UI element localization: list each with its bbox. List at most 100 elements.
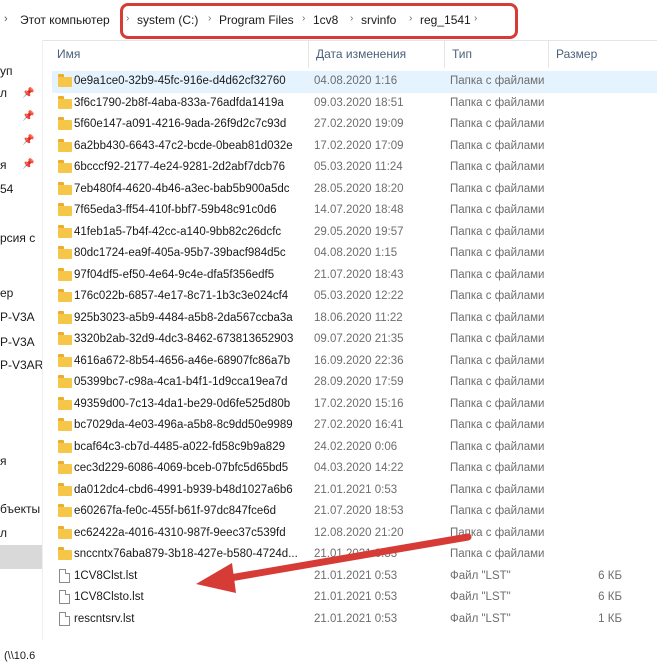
file-date: 21.01.2021 0:53 (314, 548, 398, 560)
file-name: 5f60e147-a091-4216-9ada-26f9d2c7c93d (74, 118, 287, 130)
file-name: e60267fa-fe0c-455f-b61f-97dc847fce6d (74, 505, 277, 517)
file-date: 04.03.2020 14:22 (314, 462, 404, 474)
column-name[interactable]: Имя (57, 47, 80, 61)
folder-row[interactable]: 176c022b-6857-4e17-8c71-1b3c3e024cf4 05.0… (52, 286, 657, 308)
folder-row[interactable]: 49359d00-7c13-4da1-be29-0d6fe525d80b 17.0… (52, 394, 657, 416)
file-name: 1CV8Clst.lst (74, 569, 138, 582)
file-date: 09.07.2020 21:35 (314, 333, 404, 345)
folder-row[interactable]: 80dc1724-ea9f-405a-95b7-39bacf984d5c 04.0… (52, 243, 657, 265)
nav-item[interactable]: рсия с (0, 231, 35, 245)
file-name: ec62422a-4016-4310-987f-9eec37c539fd (74, 526, 286, 539)
column-date[interactable]: Дата изменения (316, 47, 406, 61)
file-name: 3320b2ab-32d9-4dc3-8462-673813652903 (74, 333, 294, 345)
file-type: Папка с файлами (450, 75, 545, 87)
nav-item[interactable]: л (0, 86, 7, 100)
nav-item[interactable]: P-V3A (0, 310, 35, 324)
file-date: 21.07.2020 18:53 (314, 505, 404, 517)
folder-row[interactable]: cec3d229-6086-4069-bceb-07bfc5d65bd5 04.0… (52, 458, 657, 480)
file-type: Файл "LST" (450, 591, 511, 603)
file-date: 21.01.2021 0:53 (314, 612, 398, 625)
breadcrumb-this-pc[interactable]: Этот компьютер (20, 13, 110, 27)
folder-row[interactable]: 4616a672-8b54-4656-a46e-68907fc86a7b 16.0… (52, 351, 657, 373)
file-name: 176c022b-6857-4e17-8c71-1b3c3e024cf4 (74, 290, 289, 302)
file-type: Папка с файлами (450, 376, 545, 388)
folder-row[interactable]: 7f65eda3-ff54-410f-bbf7-59b48c91c0d6 14.0… (52, 200, 657, 222)
folder-row[interactable]: 7eb480f4-4620-4b46-a3ec-bab5b900a5dc 28.0… (52, 179, 657, 201)
folder-row[interactable]: 3320b2ab-32d9-4dc3-8462-673813652903 09.0… (52, 329, 657, 351)
column-divider[interactable] (548, 40, 549, 68)
folder-icon (58, 482, 74, 498)
file-type: Папка с файлами (450, 290, 545, 302)
nav-item[interactable]: P-V3A (0, 335, 35, 349)
nav-item[interactable]: я (0, 158, 7, 172)
file-date: 28.09.2020 17:59 (314, 376, 404, 388)
file-date: 05.03.2020 12:22 (314, 290, 404, 302)
column-divider[interactable] (308, 40, 309, 68)
folder-row[interactable]: 05399bc7-c98a-4ca1-b4f1-1d9cca19ea7d 28.0… (52, 372, 657, 394)
address-bar[interactable]: › Этот компьютер › system (C:) › Program… (0, 0, 657, 41)
folder-row[interactable]: 41feb1a5-7b4f-42cc-a140-9bb82c26dcfc 29.0… (52, 222, 657, 244)
folder-icon (58, 396, 74, 412)
folder-row[interactable]: da012dc4-cbd6-4991-b939-b48d1027a6b6 21.0… (52, 480, 657, 502)
file-list[interactable]: 0e9a1ce0-32b9-45fc-916e-d4d62cf32760 04.0… (42, 68, 657, 628)
folder-row[interactable]: 6a2bb430-6643-47c2-bcde-0beab81d032e 17.0… (52, 136, 657, 158)
chevron-right-icon[interactable]: › (4, 13, 8, 25)
file-row[interactable]: 1CV8Clst.lst 21.01.2021 0:53 Файл "LST" 6 К… (52, 566, 657, 588)
status-text: (\\10.6 (4, 650, 36, 662)
nav-item[interactable]: л (0, 526, 7, 540)
file-type: Папка с файлами (450, 268, 545, 281)
folder-row[interactable]: bc7029da-4e03-496a-a5b8-8c9dd50e9989 27.0… (52, 415, 657, 437)
nav-item[interactable]: я (0, 454, 7, 468)
folder-icon (58, 95, 74, 111)
file-date: 24.02.2020 0:06 (314, 440, 398, 453)
folder-icon (58, 418, 74, 433)
file-name: 41feb1a5-7b4f-42cc-a140-9bb82c26dcfc (74, 225, 282, 238)
file-type: Папка с файлами (450, 204, 545, 216)
file-size: 6 КБ (598, 591, 622, 603)
file-date: 14.07.2020 18:48 (314, 204, 404, 216)
file-type: Папка с файлами (450, 440, 545, 453)
folder-row[interactable]: 3f6c1790-2b8f-4aba-833a-76adfda1419a 09.0… (52, 93, 657, 115)
file-name: 6bcccf92-2177-4e24-9281-2d2abf7dcb76 (74, 161, 285, 173)
nav-item[interactable]: уп (0, 64, 13, 78)
folder-icon (58, 353, 74, 369)
folder-row[interactable]: e60267fa-fe0c-455f-b61f-97dc847fce6d 21.0… (52, 501, 657, 523)
file-type: Папка с файлами (450, 397, 545, 410)
folder-row[interactable]: 5f60e147-a091-4216-9ada-26f9d2c7c93d 27.0… (52, 114, 657, 136)
file-name: 7eb480f4-4620-4b46-a3ec-bab5b900a5dc (74, 182, 290, 195)
file-date: 05.03.2020 11:24 (314, 161, 403, 173)
file-type: Папка с файлами (450, 182, 545, 195)
column-divider[interactable] (444, 40, 445, 68)
column-size[interactable]: Размер (556, 47, 597, 61)
file-date: 04.08.2020 1:16 (314, 75, 398, 87)
nav-item[interactable]: 54 (0, 182, 13, 196)
folder-icon (58, 117, 74, 132)
folder-row[interactable]: 0e9a1ce0-32b9-45fc-916e-d4d62cf32760 04.0… (52, 71, 657, 93)
file-date: 21.01.2021 0:53 (314, 483, 398, 496)
navigation-pane[interactable]: уп л 📌 📌 📌 я 📌 54 рсия с ер P-V3A P-V3A … (0, 40, 43, 668)
file-name: 3f6c1790-2b8f-4aba-833a-76adfda1419a (74, 96, 284, 109)
nav-item[interactable]: ер (0, 286, 13, 300)
nav-item[interactable]: P-V3AR (0, 358, 42, 372)
file-size: 6 КБ (598, 569, 622, 582)
file-type: Папка с файлами (450, 139, 545, 152)
folder-row[interactable]: snccntx76aba879-3b18-427e-b580-4724d... 2… (52, 544, 657, 566)
file-date: 04.08.2020 1:15 (314, 247, 398, 259)
file-row[interactable]: 1CV8Clsto.lst 21.01.2021 0:53 Файл "LST" 6 … (52, 587, 657, 609)
pin-icon: 📌 (22, 159, 35, 170)
file-type: Папка с файлами (450, 462, 545, 474)
folder-row[interactable]: 6bcccf92-2177-4e24-9281-2d2abf7dcb76 05.0… (52, 157, 657, 179)
folder-row[interactable]: ec62422a-4016-4310-987f-9eec37c539fd 12.0… (52, 523, 657, 545)
column-type[interactable]: Тип (452, 47, 472, 61)
folder-icon (58, 289, 74, 304)
file-row[interactable]: rescntsrv.lst 21.01.2021 0:53 Файл "LST" 1 … (52, 609, 657, 631)
nav-item[interactable]: бъекты (0, 502, 40, 516)
file-name: 80dc1724-ea9f-405a-95b7-39bacf984d5c (74, 247, 286, 259)
folder-row[interactable]: 97f04df5-ef50-4e64-9c4e-dfa5f356edf5 21.0… (52, 265, 657, 287)
file-type: Папка с файлами (450, 526, 545, 539)
nav-selected-item[interactable] (0, 545, 42, 569)
folder-row[interactable]: bcaf64c3-cb7d-4485-a022-fd58c9b9a829 24.0… (52, 437, 657, 459)
file-date: 17.02.2020 17:09 (314, 139, 404, 152)
folder-row[interactable]: 925b3023-a5b9-4484-a5b8-2da567ccba3a 18.0… (52, 308, 657, 330)
file-type: Папка с файлами (450, 311, 545, 324)
